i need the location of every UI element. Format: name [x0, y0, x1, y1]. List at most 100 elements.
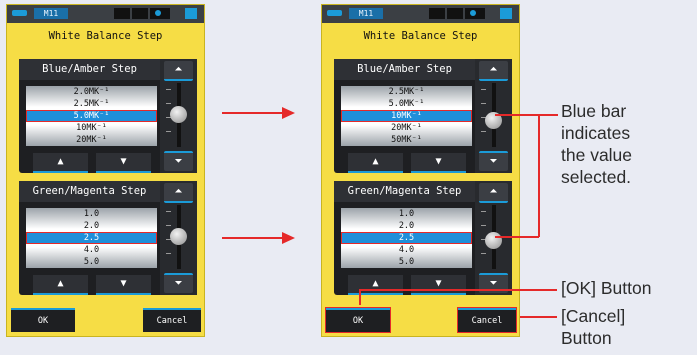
scroll-to-top-button[interactable]: ⏶ [164, 183, 193, 203]
scroll-knob[interactable] [170, 106, 187, 123]
callout-line [495, 236, 539, 238]
list-item[interactable]: 2.5MK⁻¹ [341, 86, 472, 98]
transition-arrow-head [282, 232, 295, 244]
scale-tick [166, 103, 171, 104]
step-arrow-row: ▲ ▼ [19, 274, 160, 295]
up-button[interactable]: ▲ [348, 275, 403, 295]
status-dot-icon [155, 10, 161, 16]
meter-screen-before: M11 White Balance Step Blue/Amber Step 2… [6, 4, 205, 337]
scroll-to-top-button[interactable]: ⏶ [164, 61, 193, 81]
scale-tick [166, 225, 171, 226]
screen-title: White Balance Step [48, 30, 163, 42]
scroll-column: ⏶ ⏷ [160, 181, 197, 295]
selected-list-item[interactable]: 10MK⁻¹ [341, 110, 472, 122]
down-button[interactable]: ▼ [96, 275, 151, 295]
list-item[interactable]: 20MK⁻¹ [341, 122, 472, 134]
green-magenta-step-panel: Green/Magenta Step 1.0 2.0 2.5 4.0 5.0 ⏶… [19, 181, 197, 295]
scroll-to-top-button[interactable]: ⏶ [479, 61, 508, 81]
scroll-to-bottom-button[interactable]: ⏷ [164, 151, 193, 171]
down-button[interactable]: ▼ [411, 153, 466, 173]
list-item[interactable]: 1.0 [26, 208, 157, 220]
up-button[interactable]: ▲ [348, 153, 403, 173]
mode-badge: M11 [34, 8, 68, 19]
ok-button[interactable]: OK [325, 307, 391, 333]
list-item[interactable]: 50MK⁻¹ [341, 134, 472, 146]
battery-icon [327, 10, 342, 16]
panel-title: Blue/Amber Step [334, 59, 475, 80]
scroll-to-bottom-button[interactable]: ⏷ [164, 273, 193, 293]
status-bar: M11 [322, 5, 519, 23]
list-item[interactable]: 2.0MK⁻¹ [26, 86, 157, 98]
scale-tick [481, 211, 486, 212]
cancel-button[interactable]: Cancel [457, 307, 517, 333]
callout-line [538, 114, 540, 237]
step-value-list[interactable]: 2.5MK⁻¹ 5.0MK⁻¹ 10MK⁻¹ 20MK⁻¹ 50MK⁻¹ [341, 86, 472, 146]
note-line: the value [561, 145, 633, 165]
list-item[interactable]: 20MK⁻¹ [26, 134, 157, 146]
screen-title: White Balance Step [363, 30, 478, 42]
scale-tick [481, 253, 486, 254]
blue-amber-step-panel: Blue/Amber Step 2.0MK⁻¹ 2.5MK⁻¹ 5.0MK⁻¹ … [19, 59, 197, 173]
scale-tick [166, 211, 171, 212]
step-value-list[interactable]: 1.0 2.0 2.5 4.0 5.0 [26, 208, 157, 268]
transition-arrow-line [222, 112, 282, 114]
list-item[interactable]: 4.0 [26, 244, 157, 256]
up-button[interactable]: ▲ [33, 275, 88, 295]
callout-line [495, 114, 558, 116]
step-value-list[interactable]: 1.0 2.0 2.5 4.0 5.0 [341, 208, 472, 268]
scroll-column: ⏶ ⏷ [160, 59, 197, 173]
note-line: indicates [561, 123, 631, 143]
note-line: selected. [561, 167, 632, 187]
note-line: Button [561, 328, 612, 348]
list-item[interactable]: 5.0 [26, 256, 157, 268]
down-button[interactable]: ▼ [411, 275, 466, 295]
callout-line [520, 316, 557, 318]
scroll-to-top-button[interactable]: ⏶ [479, 183, 508, 203]
list-item[interactable]: 10MK⁻¹ [26, 122, 157, 134]
step-arrow-row: ▲ ▼ [19, 152, 160, 173]
list-item[interactable]: 4.0 [341, 244, 472, 256]
cancel-button[interactable]: Cancel [143, 308, 201, 332]
selected-list-item[interactable]: 5.0MK⁻¹ [26, 110, 157, 122]
selected-list-item[interactable]: 2.5 [341, 232, 472, 244]
list-item[interactable]: 2.5MK⁻¹ [26, 98, 157, 110]
cancel-button-note: [Cancel] Button [561, 305, 625, 349]
green-magenta-step-panel: Green/Magenta Step 1.0 2.0 2.5 4.0 5.0 ⏶… [334, 181, 512, 295]
up-button[interactable]: ▲ [33, 153, 88, 173]
panel-title: Green/Magenta Step [334, 181, 475, 202]
transition-arrow-head [282, 107, 295, 119]
status-block [429, 8, 445, 19]
scale-tick [481, 89, 486, 90]
panel-title: Blue/Amber Step [19, 59, 160, 80]
status-dot-icon [470, 10, 476, 16]
scale-tick [166, 131, 171, 132]
list-item[interactable]: 5.0MK⁻¹ [341, 98, 472, 110]
blue-bar-note: Blue bar indicates the value selected. [561, 100, 632, 188]
scale-tick [481, 131, 486, 132]
list-item[interactable]: 1.0 [341, 208, 472, 220]
battery-icon [12, 10, 27, 16]
scroll-knob[interactable] [485, 232, 502, 249]
ok-button[interactable]: OK [11, 308, 75, 332]
scroll-knob[interactable] [170, 228, 187, 245]
scale-tick [166, 89, 171, 90]
blue-amber-step-panel: Blue/Amber Step 2.5MK⁻¹ 5.0MK⁻¹ 10MK⁻¹ 2… [334, 59, 512, 173]
transition-arrow-line [222, 237, 282, 239]
selected-list-item[interactable]: 2.5 [26, 232, 157, 244]
step-value-list[interactable]: 2.0MK⁻¹ 2.5MK⁻¹ 5.0MK⁻¹ 10MK⁻¹ 20MK⁻¹ [26, 86, 157, 146]
step-arrow-row: ▲ ▼ [334, 274, 475, 295]
list-item[interactable]: 2.0 [26, 220, 157, 232]
scroll-to-bottom-button[interactable]: ⏷ [479, 151, 508, 171]
status-bar: M11 [7, 5, 204, 23]
meter-screen-after: M11 White Balance Step Blue/Amber Step 2… [321, 4, 520, 337]
callout-line [359, 289, 557, 291]
step-arrow-row: ▲ ▼ [334, 152, 475, 173]
list-item[interactable]: 5.0 [341, 256, 472, 268]
ok-button-note: [OK] Button [561, 278, 652, 298]
scale-tick [481, 225, 486, 226]
scroll-column: ⏶ ⏷ [475, 181, 512, 295]
down-button[interactable]: ▼ [96, 153, 151, 173]
list-item[interactable]: 2.0 [341, 220, 472, 232]
scale-tick [481, 103, 486, 104]
note-line: Blue bar [561, 101, 627, 121]
